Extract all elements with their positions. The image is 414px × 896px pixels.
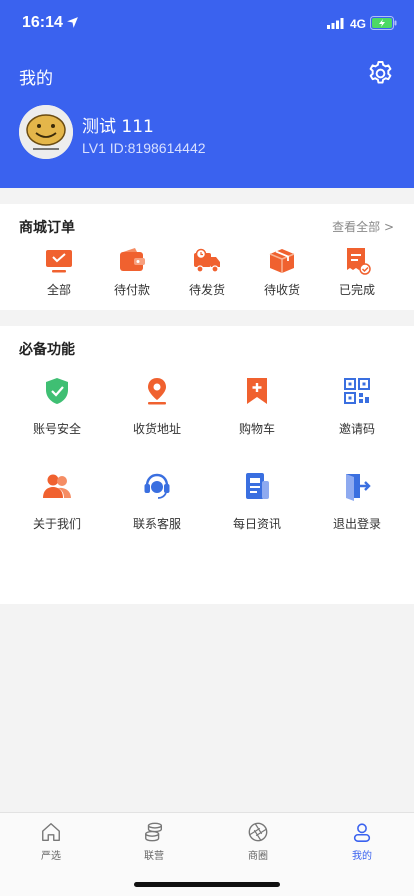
func-label: 每日资讯 [232, 517, 281, 531]
user-level-id: LV1 ID:8198614442 [82, 140, 206, 156]
status-bar: 16:14 4G [0, 0, 414, 48]
tab-lianying[interactable]: 联营 [124, 821, 184, 862]
func-label: 邀请码 [338, 422, 375, 436]
orders-card: 商城订单 查看全部 > 全部 待付款 待发货 待收货 已完成 [0, 204, 414, 310]
func-label: 关于我们 [32, 517, 81, 531]
map-pin-icon [148, 378, 166, 405]
headset-icon [144, 473, 170, 499]
wallet-icon [120, 248, 145, 271]
functions-card: 必备功能 账号安全 收货地址 购物车 邀请码 关于我们 联系客服 每日资讯 退出… [0, 326, 414, 604]
package-icon [269, 249, 295, 273]
func-label: 收货地址 [132, 422, 181, 436]
func-daily-news[interactable]: 每日资讯 [212, 471, 302, 532]
func-contact-support[interactable]: 联系客服 [112, 471, 202, 532]
order-tab-pending-payment[interactable]: 待付款 [102, 246, 162, 298]
status-time: 16:14 [22, 14, 63, 31]
order-tab-pending-shipment[interactable]: 待发货 [177, 246, 237, 298]
bookmark-plus-icon [247, 378, 267, 404]
network-type: 4G [350, 17, 367, 31]
order-tab-all[interactable]: 全部 [29, 246, 89, 298]
func-shipping-address[interactable]: 收货地址 [112, 376, 202, 437]
func-label: 联系客服 [132, 517, 181, 531]
signal-icon [327, 18, 344, 29]
order-label: 已完成 [338, 283, 375, 297]
tab-label: 商圈 [248, 851, 268, 862]
func-shopping-cart[interactable]: 购物车 [212, 376, 302, 437]
monitor-icon [46, 250, 72, 273]
avatar[interactable] [19, 105, 73, 159]
func-label: 购物车 [238, 422, 275, 436]
order-label: 待付款 [113, 283, 150, 297]
gear-icon[interactable] [366, 59, 395, 88]
smiley-avatar [19, 105, 73, 159]
func-invite-code[interactable]: 邀请码 [312, 376, 402, 437]
coins-icon [145, 822, 163, 842]
qr-code-icon [344, 378, 370, 404]
battery-charging-icon [370, 16, 397, 30]
order-tab-completed[interactable]: 已完成 [327, 246, 387, 298]
username: 测试 111 [82, 117, 154, 137]
tab-label: 我的 [352, 851, 372, 862]
people-icon [43, 474, 71, 498]
home-icon [42, 823, 60, 841]
news-icon [246, 473, 269, 499]
location-arrow-icon [67, 17, 78, 28]
aperture-icon [248, 822, 268, 842]
order-label: 待发货 [188, 283, 225, 297]
page-title: 我的 [19, 69, 53, 89]
func-label: 账号安全 [32, 422, 81, 436]
user-icon [353, 823, 371, 842]
orders-title: 商城订单 [19, 220, 75, 236]
func-label: 退出登录 [332, 517, 381, 531]
tab-label: 联营 [144, 851, 164, 862]
functions-title: 必备功能 [19, 342, 75, 358]
shield-check-icon [46, 378, 68, 404]
tab-yanxuan[interactable]: 严选 [21, 821, 81, 862]
func-about-us[interactable]: 关于我们 [12, 471, 102, 532]
tab-label: 严选 [41, 851, 61, 862]
func-logout[interactable]: 退出登录 [312, 471, 402, 532]
receipt-check-icon [347, 248, 371, 275]
home-indicator [134, 882, 280, 887]
delivery-truck-icon [194, 248, 220, 273]
order-label: 全部 [46, 283, 71, 297]
logout-icon [346, 474, 371, 501]
order-label: 待收货 [263, 283, 300, 297]
tab-mine[interactable]: 我的 [332, 821, 392, 862]
func-account-security[interactable]: 账号安全 [12, 376, 102, 437]
order-tab-pending-receipt[interactable]: 待收货 [252, 246, 312, 298]
profile-header: 16:14 4G 我的 测试 111 LV1 ID:8198614442 [0, 0, 414, 188]
tab-shangquan[interactable]: 商圈 [228, 821, 288, 862]
view-all-orders-link[interactable]: 查看全部 > [332, 218, 394, 235]
